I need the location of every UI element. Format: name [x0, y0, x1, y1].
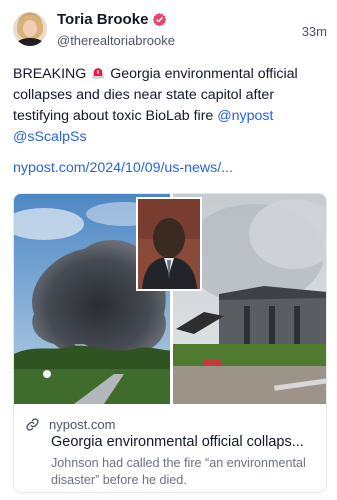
post-header: Toria Brooke @therealtoriabrooke 33m [13, 10, 327, 50]
breaking-label: BREAKING [13, 66, 87, 82]
avatar[interactable] [13, 12, 47, 46]
link-preview-title[interactable]: Georgia environmental official collaps..… [51, 434, 321, 450]
mention-nypost[interactable]: @nypost [217, 108, 273, 124]
link-preview-meta[interactable]: nypost.com Georgia environmental officia… [14, 404, 326, 492]
mention-sscalpss[interactable]: @sScalpSs [13, 129, 87, 145]
post-link[interactable]: nypost.com/2024/10/09/us-news/... [13, 160, 233, 176]
verified-check-icon [153, 12, 167, 27]
link-preview-domain-row: nypost.com [25, 417, 115, 432]
author-display-name[interactable]: Toria Brooke [57, 11, 148, 28]
author-handle[interactable]: @therealtoriabrooke [57, 33, 175, 48]
link-preview-domain: nypost.com [49, 417, 116, 432]
author-name-row[interactable]: Toria Brooke [57, 11, 167, 28]
link-preview-description: Johnson had called the fire “an environm… [51, 456, 306, 487]
post-body: BREAKING Georgia environmental official … [13, 64, 323, 148]
link-preview-image[interactable] [14, 194, 327, 404]
siren-icon [92, 68, 105, 79]
post-timestamp[interactable]: 33m [302, 24, 327, 39]
link-preview-card[interactable]: nypost.com Georgia environmental officia… [13, 193, 327, 493]
link-icon [26, 418, 39, 431]
